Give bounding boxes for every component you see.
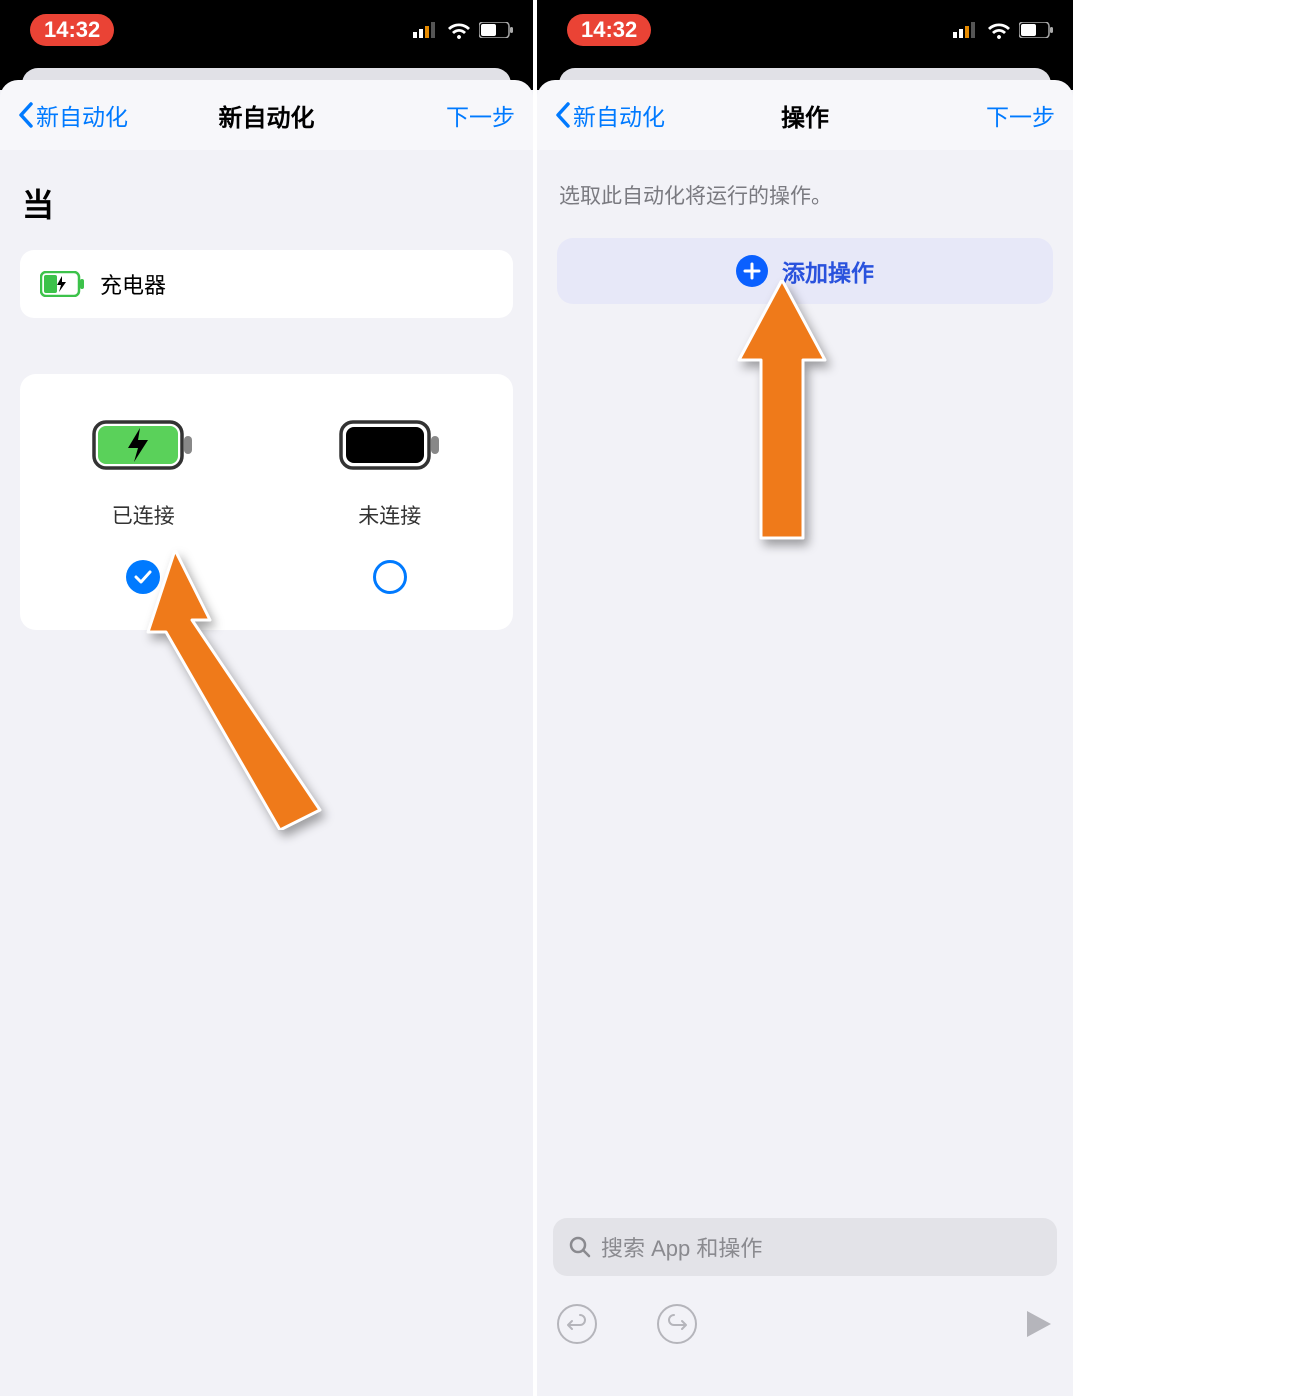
- search-input[interactable]: 搜索 App 和操作: [553, 1218, 1057, 1276]
- chevron-left-icon: [555, 102, 571, 128]
- battery-icon: [479, 22, 513, 38]
- status-icons: [953, 21, 1053, 39]
- nav-bar: 新自动化 操作 下一步: [537, 80, 1073, 150]
- charger-icon: [40, 271, 84, 297]
- wifi-icon: [987, 21, 1011, 39]
- trigger-label: 充电器: [100, 268, 166, 300]
- content: 选取此自动化将运行的操作。 添加操作 搜索 App 和操作: [537, 150, 1073, 1396]
- bottom-controls: [557, 1304, 1053, 1344]
- signal-icon: [413, 22, 439, 38]
- trigger-card[interactable]: 充电器: [20, 250, 513, 318]
- redo-button[interactable]: [657, 1304, 697, 1344]
- status-bar: 14:32: [0, 0, 533, 60]
- status-time: 14:32: [567, 14, 651, 46]
- status-bar: 14:32: [537, 0, 1073, 60]
- battery-full-icon: [339, 420, 441, 470]
- when-label: 当: [22, 180, 513, 226]
- option-connected-label: 已连接: [112, 500, 175, 530]
- phone-left: 14:32 新自动化 新自动化 下一步 当 充电器 已连接: [0, 0, 533, 1396]
- subtitle: 选取此自动化将运行的操作。: [559, 180, 1053, 210]
- page-title: 操作: [781, 98, 829, 133]
- annotation-arrow: [737, 280, 827, 540]
- signal-icon: [953, 22, 979, 38]
- back-label: 新自动化: [36, 98, 128, 132]
- back-button[interactable]: 新自动化: [555, 98, 665, 132]
- wifi-icon: [447, 21, 471, 39]
- option-disconnected-label: 未连接: [358, 500, 421, 530]
- next-button[interactable]: 下一步: [446, 98, 515, 132]
- battery-icon: [1019, 22, 1053, 38]
- back-label: 新自动化: [573, 98, 665, 132]
- search-placeholder: 搜索 App 和操作: [601, 1231, 762, 1263]
- content: 当 充电器 已连接 未连接: [0, 150, 533, 1396]
- phone-right: 14:32 新自动化 操作 下一步 选取此自动化将运行的操作。 添加操作: [537, 0, 1073, 1396]
- annotation-arrow: [140, 550, 340, 830]
- radio-disconnected[interactable]: [373, 560, 407, 594]
- play-icon[interactable]: [1025, 1309, 1053, 1339]
- back-button[interactable]: 新自动化: [18, 98, 128, 132]
- undo-button[interactable]: [557, 1304, 597, 1344]
- chevron-left-icon: [18, 102, 34, 128]
- search-icon: [569, 1236, 591, 1258]
- nav-bar: 新自动化 新自动化 下一步: [0, 80, 533, 150]
- page-title: 新自动化: [219, 98, 315, 133]
- undo-icon: [566, 1313, 588, 1335]
- next-button[interactable]: 下一步: [986, 98, 1055, 132]
- redo-icon: [666, 1313, 688, 1335]
- status-icons: [413, 21, 513, 39]
- battery-charging-icon: [92, 420, 194, 470]
- status-time: 14:32: [30, 14, 114, 46]
